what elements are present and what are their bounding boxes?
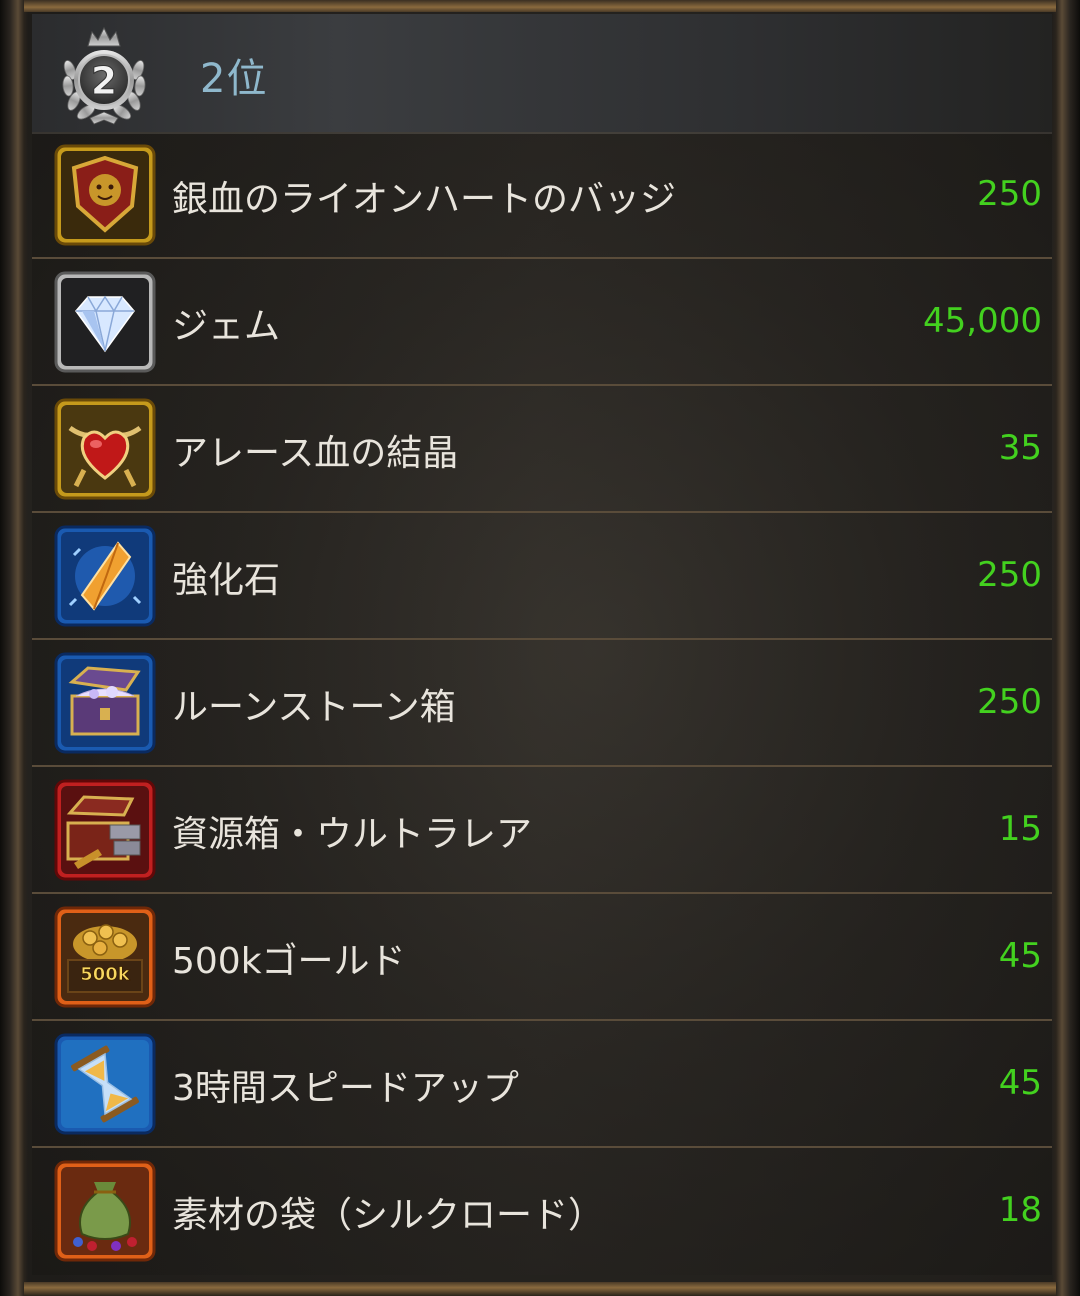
hourglass-icon — [54, 1033, 156, 1135]
reward-list: 銀血のライオンハートのバッジ 250 ジェム 45,000 アレース血の結晶 3… — [32, 132, 1052, 1282]
gem-icon — [54, 271, 156, 373]
reward-row: 素材の袋（シルクロード） 18 — [32, 1148, 1052, 1275]
reward-name: アレース血の結晶 — [172, 433, 459, 474]
reward-quantity: 250 — [977, 555, 1042, 595]
top-border — [24, 0, 1056, 12]
reward-quantity: 18 — [998, 1190, 1042, 1230]
reward-name: 500kゴールド — [172, 941, 406, 982]
reward-row: ルーンストーン箱 250 — [32, 640, 1052, 767]
reward-name: 素材の袋（シルクロード） — [172, 1195, 605, 1236]
reward-name: 強化石 — [172, 560, 281, 601]
rank-laurel-icon: 2 — [56, 20, 152, 126]
reward-name: ルーンストーン箱 — [172, 687, 456, 728]
material-bag-icon — [54, 1160, 156, 1262]
runestone-chest-icon — [54, 652, 156, 754]
reward-quantity: 35 — [998, 428, 1042, 468]
resource-chest-icon — [54, 779, 156, 881]
enhancement-stone-icon — [54, 525, 156, 627]
reward-row: アレース血の結晶 35 — [32, 386, 1052, 513]
reward-row: 3時間スピードアップ 45 — [32, 1021, 1052, 1148]
reward-quantity: 45 — [998, 936, 1042, 976]
bottom-border — [24, 1282, 1056, 1296]
reward-row: ジェム 45,000 — [32, 259, 1052, 386]
rank-header: 2 2位 — [32, 14, 1052, 134]
rank-number: 2 — [91, 59, 117, 103]
reward-row: 500k 500kゴールド 45 — [32, 894, 1052, 1021]
reward-name: ジェム — [172, 306, 281, 347]
reward-quantity: 250 — [977, 682, 1042, 722]
reward-name: 資源箱・ウルトラレア — [172, 814, 533, 855]
gold-amount-label: 500k — [80, 964, 131, 985]
reward-row: 資源箱・ウルトラレア 15 — [32, 767, 1052, 894]
reward-row: 強化石 250 — [32, 513, 1052, 640]
reward-quantity: 45,000 — [923, 301, 1042, 341]
reward-name: 銀血のライオンハートのバッジ — [172, 179, 677, 220]
lion-badge-icon — [54, 144, 156, 246]
rank-title: 2位 — [200, 56, 268, 102]
blood-crystal-icon — [54, 398, 156, 500]
reward-quantity: 250 — [977, 174, 1042, 214]
reward-name: 3時間スピードアップ — [172, 1068, 519, 1109]
reward-quantity: 15 — [998, 809, 1042, 849]
reward-quantity: 45 — [998, 1063, 1042, 1103]
gold-coins-icon: 500k — [54, 906, 156, 1008]
reward-row: 銀血のライオンハートのバッジ 250 — [32, 132, 1052, 259]
